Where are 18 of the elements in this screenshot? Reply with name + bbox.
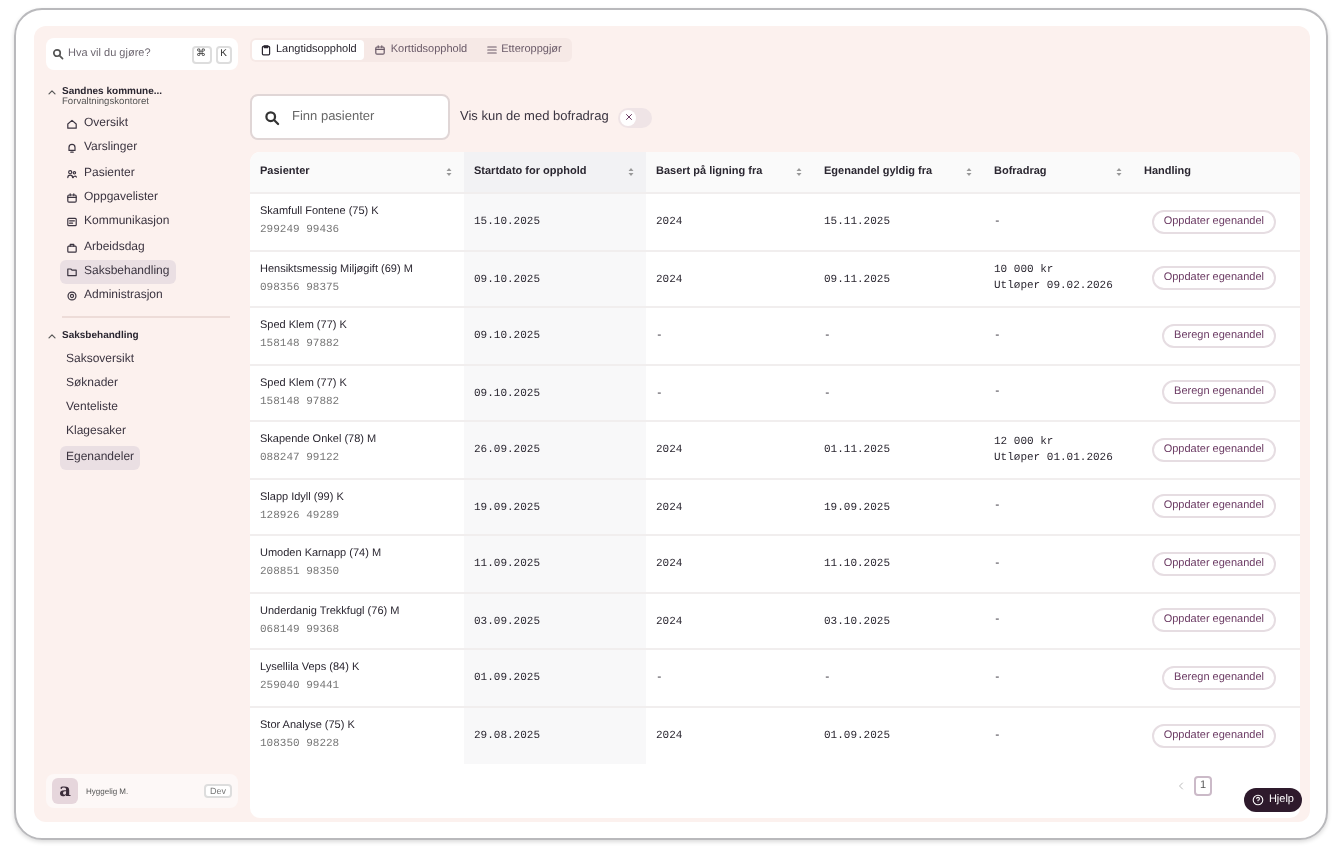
- briefcase-icon: [66, 241, 78, 254]
- toggle-switch[interactable]: [618, 107, 653, 127]
- list-icon: [485, 44, 498, 56]
- message-icon: [66, 216, 78, 229]
- clipboard-icon: [260, 44, 272, 56]
- close-icon: [623, 112, 634, 122]
- gear-icon: [66, 290, 78, 303]
- chevron-left-icon: [1175, 779, 1186, 791]
- help-icon: [1252, 794, 1265, 806]
- folder-icon: [66, 265, 78, 278]
- calendar-icon: [374, 44, 387, 56]
- people-icon: [66, 167, 78, 180]
- search-icon: [264, 110, 280, 126]
- home-icon: [66, 118, 78, 131]
- search-icon: [52, 48, 64, 60]
- bell-icon: [66, 142, 78, 155]
- calendar-icon: [66, 192, 78, 205]
- avatar[interactable]: a: [52, 778, 78, 804]
